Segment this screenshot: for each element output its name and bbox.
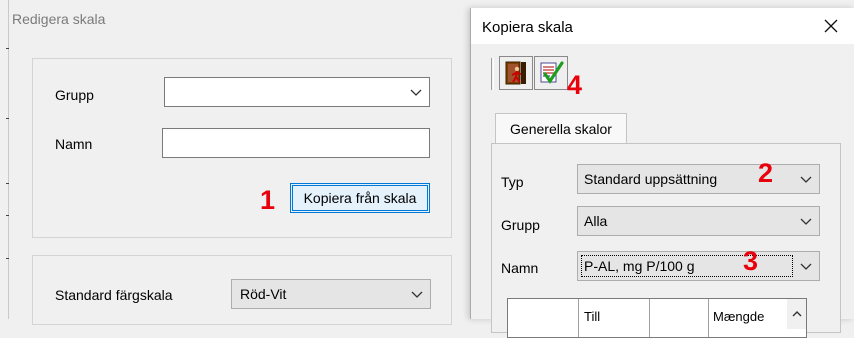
edge-tick: [6, 183, 9, 184]
typ-select-value: Standard uppsättning: [584, 171, 718, 187]
grupp-select[interactable]: [164, 77, 430, 107]
exit-button[interactable]: [499, 56, 533, 90]
typ-label: Typ: [501, 174, 524, 190]
chevron-down-icon: [800, 176, 812, 183]
edge-tick: [6, 118, 9, 119]
dialog-title: Kopiera skala: [482, 19, 573, 36]
scale-grid[interactable]: Till Mængde: [507, 298, 807, 338]
grupp-select[interactable]: Alla: [577, 206, 820, 236]
namn-label: Namn: [55, 136, 93, 152]
annotation-number-2: 2: [758, 158, 774, 188]
grid-scroll-up-button[interactable]: [787, 299, 806, 329]
window-title: Redigera skala: [12, 11, 106, 27]
tab-generella-skalor[interactable]: Generella skalor: [495, 113, 627, 144]
chevron-down-icon: [411, 291, 423, 298]
namn-label: Namn: [501, 260, 539, 276]
edge-tick: [6, 258, 9, 259]
namn-input[interactable]: [162, 128, 430, 158]
close-icon: [824, 19, 838, 33]
edge-tick: [6, 48, 9, 49]
grid-column-divider: [578, 299, 579, 337]
grid-header-maengde[interactable]: Mængde: [713, 309, 764, 324]
annotation-number-1: 1: [260, 185, 276, 215]
standard-color-label: Standard färgskala: [55, 287, 173, 303]
grupp-label: Grupp: [501, 217, 540, 233]
ok-checklist-button[interactable]: [534, 56, 568, 90]
edit-scale-window: Redigera skala Grupp Namn 1 Kopiera från…: [0, 0, 466, 325]
grupp-label: Grupp: [55, 87, 94, 103]
toolbar-separator: [491, 58, 494, 90]
copy-from-scale-button[interactable]: Kopiera från skala: [290, 183, 430, 213]
annotation-number-4: 4: [567, 70, 583, 100]
chevron-up-icon: [792, 311, 801, 317]
grupp-select-value: Alla: [584, 213, 608, 229]
dialog-titlebar: Kopiera skala: [471, 8, 854, 44]
chevron-down-icon: [410, 89, 422, 96]
standard-color-value: Röd-Vit: [240, 286, 287, 302]
grid-column-divider: [708, 299, 709, 337]
edge-tick: [6, 215, 9, 216]
close-button[interactable]: [815, 12, 847, 40]
exit-door-icon: [505, 61, 526, 85]
namn-select-value: P-AL, mg P/100 g: [584, 258, 695, 274]
standard-color-select[interactable]: Röd-Vit: [231, 279, 431, 309]
grid-column-divider: [649, 299, 650, 337]
checklist-ok-icon: [540, 61, 564, 84]
copy-scale-dialog: Kopiera skala 4 Generella skalor Typ Sta…: [470, 8, 854, 338]
namn-select[interactable]: P-AL, mg P/100 g: [577, 251, 820, 281]
grid-header-till[interactable]: Till: [584, 309, 600, 324]
chevron-down-icon: [800, 218, 812, 225]
annotation-number-3: 3: [743, 246, 759, 276]
chevron-down-icon: [800, 263, 812, 270]
typ-select[interactable]: Standard uppsättning: [577, 164, 820, 194]
color-scale-groupbox: Standard färgskala Röd-Vit: [32, 255, 452, 325]
